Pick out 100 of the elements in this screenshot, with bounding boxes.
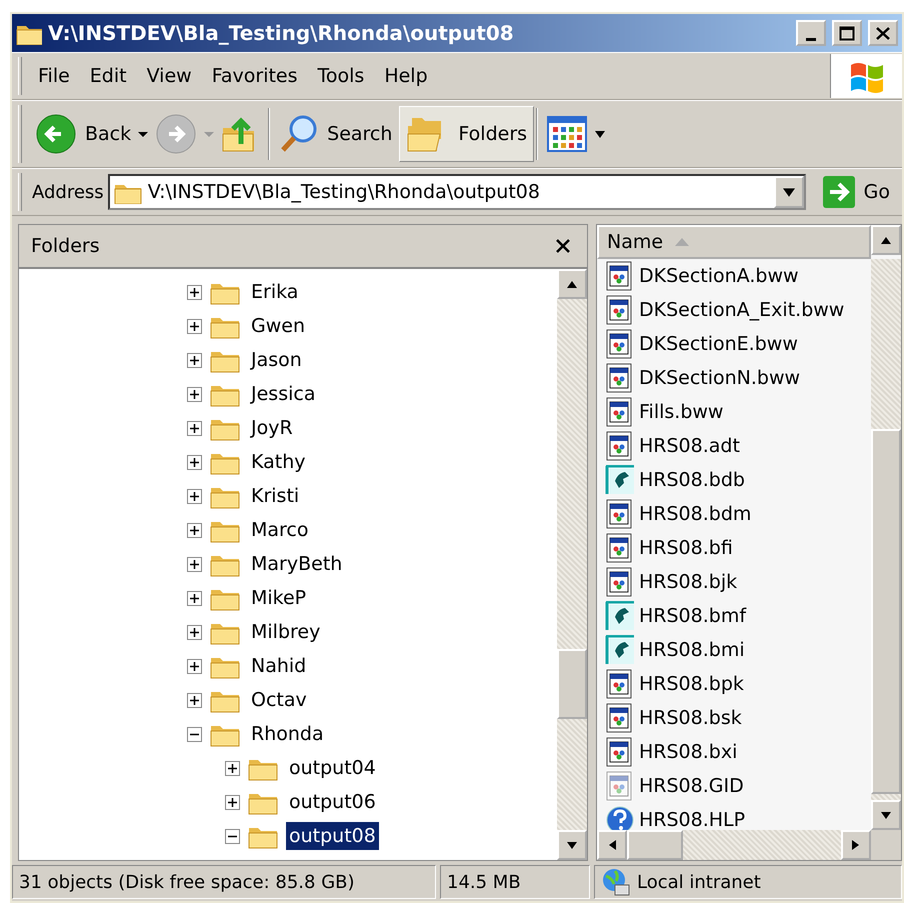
file-name[interactable]: Fills.bww (639, 398, 724, 426)
vertical-scrollbar[interactable] (871, 259, 901, 830)
magnifier-icon (279, 114, 320, 154)
expand-button[interactable] (225, 794, 240, 810)
collapse-button[interactable] (187, 726, 202, 742)
expand-button[interactable] (187, 352, 202, 368)
folder-item[interactable]: Rhonda (248, 720, 327, 748)
scroll-right-button[interactable] (841, 830, 871, 860)
scroll-thumb[interactable] (871, 429, 901, 794)
folder-item[interactable]: Kathy (248, 448, 309, 476)
expand-button[interactable] (225, 760, 240, 776)
expand-button[interactable] (187, 420, 202, 436)
window-title: V:\INSTDEV\Bla_Testing\Rhonda\output08 (48, 20, 515, 47)
folder-item[interactable]: Jason (248, 346, 305, 374)
expand-button[interactable] (187, 454, 202, 470)
maximize-icon (839, 26, 855, 40)
expand-button[interactable] (187, 624, 202, 640)
expand-button[interactable] (187, 590, 202, 606)
plus-icon (190, 662, 199, 670)
close-button[interactable] (868, 20, 898, 46)
file-name[interactable]: DKSectionA_Exit.bww (639, 296, 844, 324)
menu-item[interactable]: Favorites (202, 58, 308, 94)
expand-button[interactable] (187, 692, 202, 708)
file-name[interactable]: DKSectionA.bww (639, 262, 799, 290)
scroll-left-button[interactable] (597, 830, 627, 860)
status-text: 31 objects (Disk free space: 85.8 GB) (12, 865, 436, 899)
minimize-button[interactable] (796, 20, 826, 46)
search-button[interactable]: Search (272, 106, 400, 162)
plus-icon (228, 764, 237, 772)
file-name[interactable]: DKSectionN.bww (639, 364, 800, 392)
horizontal-scrollbar[interactable] (597, 830, 901, 860)
file-name[interactable]: HRS08.bxi (639, 738, 738, 766)
file-name[interactable]: HRS08.HLP (639, 806, 746, 830)
menu-item[interactable]: Help (374, 58, 438, 94)
dropdown-caret-icon[interactable] (138, 129, 148, 139)
file-name[interactable]: HRS08.bsk (639, 704, 742, 732)
folders-button[interactable]: Folders (399, 106, 534, 162)
file-name[interactable]: HRS08.bjk (639, 568, 738, 596)
scroll-down-button[interactable] (871, 800, 901, 830)
plus-icon (228, 798, 237, 806)
menu-item[interactable]: File (28, 58, 80, 94)
file-name[interactable]: HRS08.GID (639, 772, 744, 800)
maximize-button[interactable] (832, 20, 862, 46)
dropdown-arrow-icon (782, 186, 795, 198)
menu-item[interactable]: View (136, 58, 202, 94)
file-name[interactable]: HRS08.bfi (639, 534, 733, 562)
scroll-down-button[interactable] (557, 830, 587, 860)
file-name[interactable]: HRS08.bmi (639, 636, 745, 664)
arrow-down-icon (567, 840, 577, 850)
expand-button[interactable] (187, 522, 202, 538)
folder-item[interactable]: Erika (248, 278, 302, 306)
minimize-icon (806, 38, 816, 40)
arrow-down-icon (881, 810, 891, 820)
plus-icon (190, 628, 199, 636)
vertical-scrollbar[interactable] (557, 269, 587, 860)
expand-button[interactable] (187, 658, 202, 674)
folder-item[interactable]: output08 (286, 822, 379, 850)
collapse-button[interactable] (225, 828, 240, 844)
back-button[interactable]: Back (28, 106, 138, 162)
expand-button[interactable] (187, 284, 202, 300)
scroll-up-button[interactable] (557, 269, 587, 299)
menu-item[interactable]: Tools (308, 58, 374, 94)
file-name[interactable]: HRS08.bpk (639, 670, 744, 698)
file-name[interactable]: HRS08.bmf (639, 602, 746, 630)
scroll-up-button[interactable] (871, 225, 901, 255)
menu-item[interactable]: Edit (80, 58, 137, 94)
folder-item[interactable]: Nahid (248, 652, 310, 680)
folder-item[interactable]: Milbrey (248, 618, 324, 646)
plus-icon (190, 458, 199, 466)
plus-icon (190, 526, 199, 534)
folder-item[interactable]: output04 (286, 754, 379, 782)
expand-button[interactable] (187, 556, 202, 572)
folder-item[interactable]: output06 (286, 788, 379, 816)
go-button[interactable]: Go (810, 175, 902, 209)
expand-button[interactable] (187, 318, 202, 334)
file-name[interactable]: DKSectionE.bww (639, 330, 798, 358)
plus-icon (190, 288, 199, 296)
address-field[interactable]: V:\INSTDEV\Bla_Testing\Rhonda\output08 (148, 178, 768, 206)
expand-button[interactable] (187, 386, 202, 402)
folder-item[interactable]: Kristi (248, 482, 302, 510)
folder-item[interactable]: Marco (248, 516, 312, 544)
arrow-left-icon (607, 840, 617, 850)
column-header[interactable]: Name (597, 225, 871, 259)
folder-item[interactable]: MaryBeth (248, 550, 346, 578)
folder-item[interactable]: Gwen (248, 312, 308, 340)
folder-item[interactable]: Octav (248, 686, 310, 714)
expand-button[interactable] (187, 488, 202, 504)
status-text: 14.5 MB (440, 865, 590, 899)
scroll-thumb[interactable] (627, 830, 683, 860)
scroll-thumb[interactable] (557, 649, 587, 719)
file-name[interactable]: HRS08.adt (639, 432, 740, 460)
dropdown-button[interactable] (774, 176, 804, 208)
file-name[interactable]: HRS08.bdb (639, 466, 745, 494)
folder-item[interactable]: Jessica (248, 380, 318, 408)
dropdown-caret-icon (595, 129, 606, 139)
address-box[interactable]: V:\INSTDEV\Bla_Testing\Rhonda\output08 (108, 174, 806, 210)
folder-item[interactable]: MikeP (248, 584, 310, 612)
file-name[interactable]: HRS08.bdm (639, 500, 752, 528)
folder-item[interactable]: JoyR (248, 414, 296, 442)
plus-icon (190, 322, 199, 330)
